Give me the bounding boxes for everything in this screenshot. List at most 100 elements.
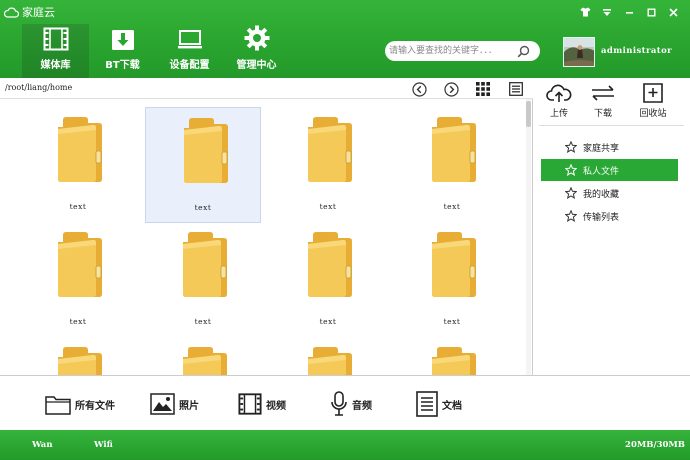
- star-icon: [565, 141, 577, 153]
- sidebar-item-label: 传输列表: [583, 212, 620, 223]
- status-wan: Wan: [32, 440, 53, 450]
- forward-circle-icon: [443, 81, 459, 97]
- upload-label: 上传: [549, 109, 568, 119]
- upload-button[interactable]: 上传: [537, 83, 581, 119]
- app-title-text: 家庭云: [22, 6, 55, 19]
- avatar[interactable]: [563, 37, 595, 67]
- forward-button[interactable]: [442, 80, 460, 98]
- file-item[interactable]: text: [270, 107, 386, 223]
- category-videos-label: 视频: [266, 400, 286, 412]
- tab-bt-download[interactable]: BT下载: [89, 24, 156, 78]
- folder-icon: [183, 232, 227, 297]
- panel-divider: [539, 125, 684, 126]
- sidebar-item-my-favorites[interactable]: 我的收藏: [541, 182, 678, 204]
- cloud-logo-icon: [4, 7, 19, 18]
- tab-admin-center[interactable]: 管理中心: [223, 24, 290, 78]
- storage-usage: 20MB/30MB: [625, 440, 685, 450]
- file-grid: text text text text text text text text: [0, 99, 533, 375]
- film-icon: [238, 393, 262, 415]
- film-icon: [43, 27, 68, 51]
- sidebar-item-transfer-list[interactable]: 传输列表: [541, 205, 678, 227]
- folder-icon: [183, 347, 227, 375]
- category-photos-label: 照片: [179, 400, 199, 412]
- status-wifi: Wifi: [94, 440, 113, 450]
- folder-icon: [58, 117, 102, 182]
- close-button[interactable]: [664, 4, 682, 20]
- current-path: /root/liang/home: [5, 83, 73, 92]
- maximize-button[interactable]: [642, 4, 660, 20]
- recycle-bin-icon: [643, 83, 663, 103]
- grid-view-button[interactable]: [474, 80, 492, 98]
- sidebar-item-label: 家庭共享: [583, 143, 620, 154]
- monitor-icon: [177, 30, 202, 49]
- minimize-icon: [625, 11, 633, 14]
- maximize-icon: [647, 8, 655, 16]
- file-item[interactable]: [270, 337, 386, 375]
- close-icon: [668, 7, 678, 17]
- folder-icon: [308, 232, 352, 297]
- skin-button[interactable]: [576, 4, 594, 20]
- back-circle-icon: [411, 81, 427, 97]
- star-icon: [565, 210, 577, 222]
- back-button[interactable]: [410, 80, 428, 98]
- file-item[interactable]: text: [145, 222, 261, 338]
- file-label: text: [69, 317, 87, 326]
- grid-view-icon: [476, 82, 490, 96]
- search-box: [385, 41, 540, 61]
- download-button[interactable]: 下载: [581, 83, 625, 119]
- folder-icon: [308, 347, 352, 375]
- category-photos[interactable]: 照片: [150, 390, 199, 418]
- list-view-icon: [509, 82, 523, 96]
- file-item[interactable]: text: [270, 222, 386, 338]
- file-item[interactable]: text: [20, 107, 136, 223]
- file-item[interactable]: text: [145, 107, 261, 223]
- file-item[interactable]: text: [20, 222, 136, 338]
- path-bar: /root/liang/home: [0, 78, 533, 99]
- username: administrator: [601, 46, 673, 56]
- category-audio[interactable]: 音频: [330, 390, 372, 418]
- list-view-button[interactable]: [507, 80, 525, 98]
- star-icon: [565, 187, 577, 199]
- folder-icon: [58, 232, 102, 297]
- download-box-icon: [111, 30, 134, 50]
- search-icon[interactable]: [517, 45, 530, 58]
- category-bar: 所有文件 照片 视频 音频 文档: [0, 375, 690, 430]
- dropdown-icon: [603, 8, 611, 16]
- tab-bt-download-label: BT下载: [105, 60, 140, 71]
- folder-icon: [432, 347, 476, 375]
- top-bar: 家庭云 媒体库 BT下载 设备配置 管理中心 请输入要查找的关键字．．． adm…: [0, 0, 690, 78]
- status-bar: Wan Wifi 20MB/30MB: [0, 430, 690, 460]
- right-panel: 上传 下载 回收站 家庭共享私人文件 我的收藏传输列表: [533, 78, 690, 375]
- scrollbar[interactable]: [526, 99, 531, 375]
- tab-device-config-label: 设备配置: [169, 60, 210, 71]
- menu-button[interactable]: [598, 4, 616, 20]
- category-audio-label: 音频: [352, 400, 372, 412]
- sidebar-item-family-share[interactable]: 家庭共享: [541, 136, 678, 158]
- search-input[interactable]: [389, 43, 517, 59]
- file-item[interactable]: [145, 337, 261, 375]
- folder-icon: [432, 117, 476, 182]
- file-item[interactable]: [20, 337, 136, 375]
- shirt-icon: [580, 7, 590, 17]
- minimize-button[interactable]: [620, 4, 638, 20]
- file-label: text: [69, 202, 87, 211]
- file-item[interactable]: text: [394, 107, 510, 223]
- folder-icon: [58, 347, 102, 375]
- category-all-files[interactable]: 所有文件: [45, 390, 115, 418]
- document-icon: [416, 391, 438, 417]
- category-documents[interactable]: 文档: [416, 390, 462, 418]
- scrollbar-thumb[interactable]: [526, 101, 531, 127]
- file-item[interactable]: text: [394, 222, 510, 338]
- tab-device-config[interactable]: 设备配置: [156, 24, 223, 78]
- app-title: 家庭云: [4, 3, 55, 21]
- recycle-bin-button[interactable]: 回收站: [631, 83, 675, 119]
- tab-media-library[interactable]: 媒体库: [22, 24, 89, 78]
- sidebar-item-private-files[interactable]: 私人文件: [541, 159, 678, 181]
- file-label: text: [443, 202, 461, 211]
- gear-icon: [244, 25, 269, 51]
- tab-admin-center-label: 管理中心: [236, 60, 277, 71]
- star-icon: [565, 164, 577, 176]
- file-item[interactable]: [394, 337, 510, 375]
- file-label: text: [194, 203, 212, 212]
- category-videos[interactable]: 视频: [238, 390, 286, 418]
